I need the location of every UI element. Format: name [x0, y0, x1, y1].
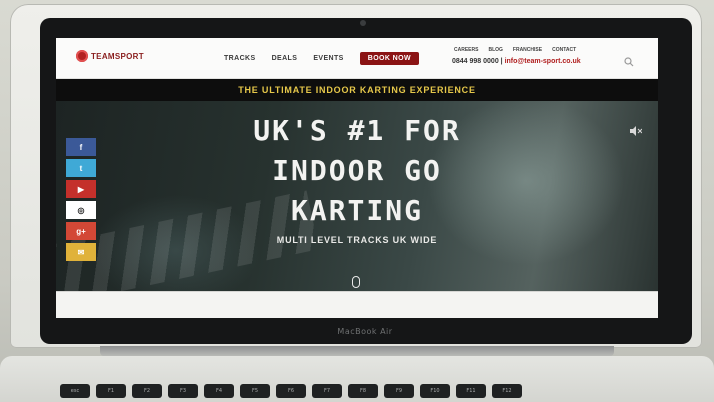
- book-now-button[interactable]: BOOK NOW: [359, 52, 419, 65]
- key-f2: F2: [132, 384, 162, 398]
- key-f1: F1: [96, 384, 126, 398]
- key-f6: F6: [276, 384, 306, 398]
- email-icon[interactable]: ✉: [66, 243, 96, 261]
- instagram-icon[interactable]: ◎: [66, 201, 96, 219]
- device-brand-label: MacBook Air: [337, 327, 393, 336]
- scroll-down-icon[interactable]: [352, 276, 360, 288]
- email-link[interactable]: info@team-sport.co.uk: [505, 58, 581, 65]
- hero-title-line: UK'S #1 FOR: [253, 114, 461, 147]
- key-f4: F4: [204, 384, 234, 398]
- contact-line: 0844 998 0000 | info@team-sport.co.uk: [452, 58, 581, 65]
- youtube-icon[interactable]: ▶: [66, 180, 96, 198]
- key-f12: F12: [492, 384, 522, 398]
- key-f7: F7: [312, 384, 342, 398]
- search-icon[interactable]: [624, 52, 634, 67]
- key-f9: F9: [384, 384, 414, 398]
- key-f5: F5: [240, 384, 270, 398]
- nav-link-deals[interactable]: DEALS: [272, 55, 298, 62]
- camera-icon: [360, 20, 366, 26]
- main-nav: TRACKS DEALS EVENTS BOOK NOW: [224, 52, 419, 65]
- laptop-hinge: [100, 346, 614, 356]
- key-f8: F8: [348, 384, 378, 398]
- hero-title-line: INDOOR GO: [272, 154, 442, 187]
- hero-subtitle: MULTI LEVEL TRACKS UK WIDE: [276, 235, 438, 245]
- twitter-icon[interactable]: t: [66, 159, 96, 177]
- key-f3: F3: [168, 384, 198, 398]
- utility-links: CAREERS BLOG FRANCHISE CONTACT: [454, 47, 576, 53]
- strapline-banner: THE ULTIMATE INDOOR KARTING EXPERIENCE: [56, 79, 658, 101]
- util-link-careers[interactable]: CAREERS: [454, 47, 478, 53]
- site-header: TEAMSPORT TRACKS DEALS EVENTS BOOK NOW C…: [56, 38, 658, 79]
- nav-link-tracks[interactable]: TRACKS: [224, 55, 256, 62]
- facebook-icon[interactable]: f: [66, 138, 96, 156]
- google-plus-icon[interactable]: g+: [66, 222, 96, 240]
- util-link-blog[interactable]: BLOG: [488, 47, 502, 53]
- logo-mark-icon: [76, 50, 88, 62]
- logo-text: TEAMSPORT: [91, 51, 144, 61]
- key-f11: F11: [456, 384, 486, 398]
- util-link-franchise[interactable]: FRANCHISE: [513, 47, 542, 53]
- social-sidebar: f t ▶ ◎ g+ ✉: [66, 138, 96, 261]
- phone-number[interactable]: 0844 998 0000: [452, 58, 499, 65]
- nav-link-events[interactable]: EVENTS: [313, 55, 343, 62]
- hero-title: UK'S #1 FOR INDOOR GO KARTING: [156, 111, 558, 231]
- hero-banner: UK'S #1 FOR INDOOR GO KARTING MULTI LEVE…: [56, 101, 658, 291]
- keyboard-row: esc F1 F2 F3 F4 F5 F6 F7 F8 F9 F10 F11 F…: [60, 384, 522, 398]
- browser-screen: TEAMSPORT TRACKS DEALS EVENTS BOOK NOW C…: [56, 38, 658, 318]
- hero-title-line: KARTING: [290, 194, 423, 227]
- key-f10: F10: [420, 384, 450, 398]
- key-esc: esc: [60, 384, 90, 398]
- util-link-contact[interactable]: CONTACT: [552, 47, 576, 53]
- mute-icon[interactable]: [630, 121, 643, 136]
- site-logo[interactable]: TEAMSPORT: [76, 50, 168, 62]
- below-hero-section: [56, 291, 658, 318]
